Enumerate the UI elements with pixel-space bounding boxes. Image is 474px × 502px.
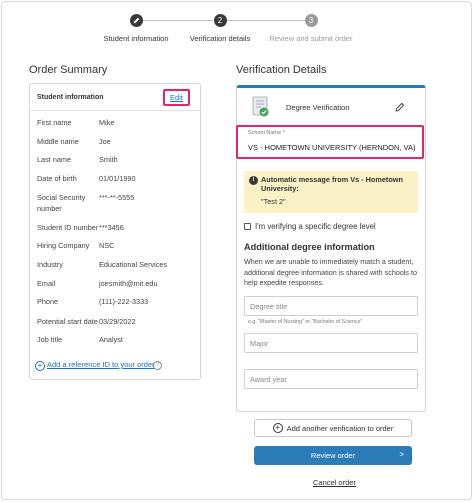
placeholder: Degree title <box>250 302 288 311</box>
chevron-right-icon: > <box>399 450 404 459</box>
school-name-label: School Name * <box>248 130 285 136</box>
degree-title-hint: e.g. "Master of Nursing" or "Bachelor of… <box>248 319 363 325</box>
review-order-button[interactable]: Review order > <box>254 446 412 465</box>
auto-message-body: "Test 2" <box>261 197 286 206</box>
edit-highlight: Edit <box>163 89 190 106</box>
student-info-card: Student information First name Mike Middl… <box>29 83 201 380</box>
additional-info-title: Additional degree information <box>244 242 375 252</box>
plus-circle-icon: + <box>35 361 45 371</box>
additional-info-description: When we are unable to immediately match … <box>244 257 417 287</box>
degree-title-input[interactable]: Degree title <box>244 296 418 316</box>
award-year-input[interactable]: Award year <box>244 369 418 389</box>
major-input[interactable]: Major <box>244 333 418 353</box>
degree-verification-title: Degree Verification <box>286 103 350 112</box>
plus-circle-icon: + <box>272 423 283 433</box>
edit-pencil-icon[interactable] <box>395 102 405 115</box>
help-icon[interactable]: ? <box>153 361 162 370</box>
add-another-verification-button[interactable]: + Add another verification to order <box>254 419 412 437</box>
school-name-value: VS - HOMETOWN UNIVERSITY (HERNDON, VA) <box>248 143 416 152</box>
placeholder: Award year <box>250 375 287 384</box>
divider <box>31 110 201 111</box>
card-title: Student information <box>37 94 104 101</box>
edit-link[interactable]: Edit <box>170 93 183 102</box>
automatic-message-notice: i Automatic message from Vs - Hometown U… <box>244 171 418 213</box>
checkbox-label: I'm verifying a specific degree level <box>255 222 376 231</box>
specific-degree-checkbox[interactable] <box>244 223 251 230</box>
placeholder: Major <box>250 339 269 348</box>
button-label: Review order <box>310 451 356 460</box>
button-label: Add another verification to order <box>286 423 394 433</box>
school-name-field[interactable]: School Name * VS - HOMETOWN UNIVERSITY (… <box>236 125 424 159</box>
step-number: 3 <box>304 14 318 27</box>
verification-details-title: Verification Details <box>236 64 327 76</box>
step-review-submit[interactable]: 3 Review and submit order <box>256 14 366 43</box>
progress-stepper: Student information 2 Verification detai… <box>0 14 474 46</box>
auto-message-title: Automatic message from Vs - Hometown Uni… <box>261 175 403 193</box>
pencil-icon <box>129 14 143 27</box>
step-number: 2 <box>213 14 227 27</box>
add-reference-id-link[interactable]: Add a reference ID to your order <box>47 360 155 369</box>
info-icon: i <box>249 176 258 185</box>
step-label: Review and submit order <box>269 34 353 43</box>
order-summary-title: Order Summary <box>29 64 108 76</box>
certificate-icon <box>251 96 271 118</box>
cancel-order-link[interactable]: Cancel order <box>313 478 356 487</box>
specific-degree-checkbox-row[interactable]: I'm verifying a specific degree level <box>244 222 376 231</box>
